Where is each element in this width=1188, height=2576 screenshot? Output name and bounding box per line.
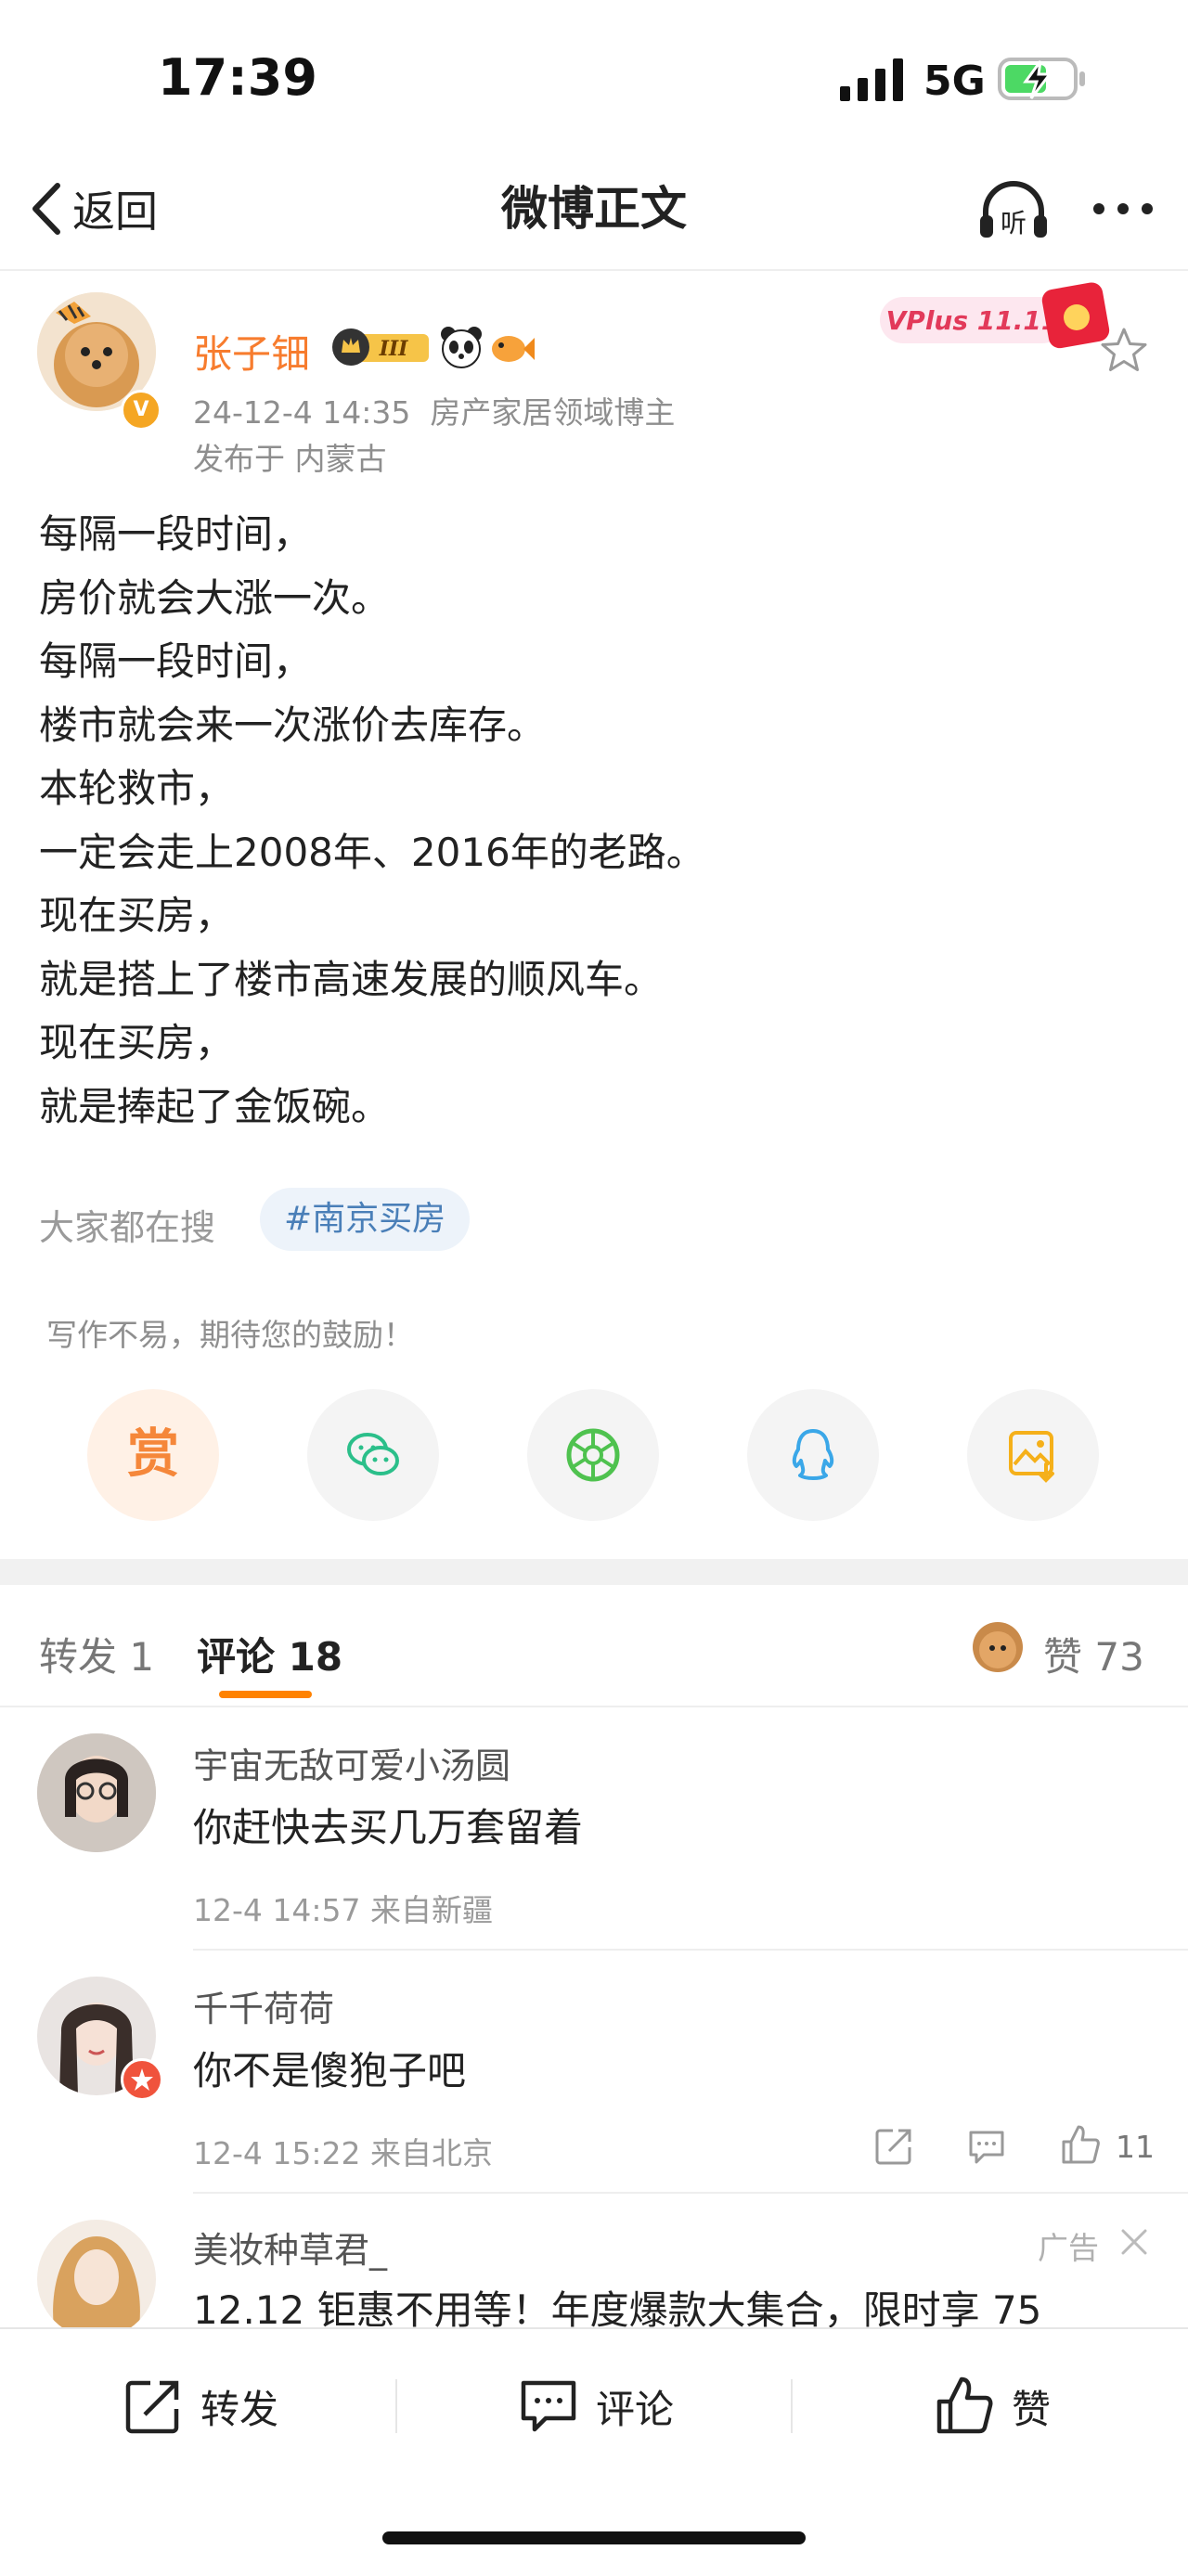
- active-tab-indicator: [219, 1691, 312, 1698]
- like-label: 赞: [1012, 2386, 1052, 2432]
- comment-author[interactable]: 美妆种草君_: [193, 2222, 387, 2273]
- tabs-divider: [0, 1706, 1188, 1707]
- bottom-divider: [791, 2379, 793, 2433]
- post-line: 现在买房，: [39, 893, 235, 938]
- status-time: 17:39: [158, 48, 317, 107]
- save-image-button[interactable]: [967, 1389, 1099, 1521]
- author-role: 房产家居领域博主: [430, 394, 676, 431]
- post-time: 24-12-4 14:35: [193, 394, 411, 431]
- post-line: 就是捧起了金饭碗。: [39, 1083, 391, 1129]
- repost-comment-icon[interactable]: [872, 2125, 915, 2168]
- back-button[interactable]: 返回: [28, 176, 158, 241]
- post-line: 房价就会大涨一次。: [39, 574, 391, 621]
- share-icon: [125, 2380, 179, 2434]
- tab-likes[interactable]: 赞 73: [1043, 1626, 1144, 1682]
- comment-separator: [193, 1949, 1188, 1951]
- reward-tip: 写作不易，期待您的鼓励！: [46, 1317, 414, 1353]
- author-name[interactable]: 张子钿: [193, 323, 310, 380]
- back-label: 返回: [72, 187, 158, 237]
- battery-charging-icon: [998, 58, 1085, 100]
- repost-label: 转发: [200, 2386, 279, 2432]
- like-button[interactable]: 赞: [934, 2374, 1051, 2439]
- wechat-icon: [347, 1433, 399, 1475]
- reward-button[interactable]: 赏: [87, 1389, 219, 1521]
- ad-tag: 广告: [1038, 2230, 1099, 2266]
- reward-label: 赏: [127, 1424, 179, 1485]
- post-line: 就是搭上了楼市高速发展的顺风车。: [39, 956, 664, 1002]
- verified-badge-icon: V: [121, 390, 161, 431]
- post-line: 每隔一段时间，: [39, 638, 313, 684]
- comment-avatar[interactable]: [37, 1733, 156, 1852]
- headphones-icon[interactable]: 听: [976, 178, 1051, 243]
- post-meta: 24-12-4 14:35 房产家居领域博主: [193, 388, 675, 432]
- repost-button[interactable]: 转发: [123, 2374, 278, 2439]
- comment-text: 你赶快去买几万套留着: [193, 1805, 584, 1850]
- tab-repost[interactable]: 转发 1: [39, 1626, 154, 1682]
- vplus-promo-badge[interactable]: VPlus 11.11: [880, 278, 1112, 354]
- share-qq-button[interactable]: [747, 1389, 879, 1521]
- cellular-signal-icon: [840, 58, 903, 101]
- comment-icon: [521, 2380, 576, 2432]
- home-indicator: [382, 2531, 806, 2544]
- tab-comments[interactable]: 评论 18: [197, 1626, 342, 1682]
- post-body: 每隔一段时间， 房价就会大涨一次。 每隔一段时间， 楼市就会来一次涨价去库存。 …: [39, 503, 1153, 1139]
- moments-icon: [566, 1428, 620, 1482]
- post-line: 现在买房，: [39, 1020, 235, 1065]
- comment-separator: [193, 2192, 1188, 2194]
- comment-author[interactable]: 千千荷荷: [193, 1980, 334, 2031]
- more-icon[interactable]: [1086, 190, 1160, 227]
- comment-author[interactable]: 宇宙无敌可爱小汤圆: [193, 1737, 510, 1788]
- panda-icon: [441, 327, 482, 368]
- chevron-left-icon: [32, 183, 60, 235]
- hot-search-topic-chip[interactable]: #南京买房: [260, 1188, 471, 1251]
- listen-icon-text: 听: [1001, 208, 1027, 238]
- reply-comment-icon[interactable]: [965, 2125, 1008, 2168]
- post-line: 一定会走上2008年、2016年的老路。: [39, 829, 705, 875]
- post-line: 本轮救市，: [39, 766, 235, 811]
- comment-button[interactable]: 评论: [518, 2374, 674, 2439]
- bottom-divider: [395, 2379, 397, 2433]
- section-divider: [0, 1559, 1188, 1585]
- thumbs-up-icon: [936, 2376, 993, 2434]
- post-line: 每隔一段时间，: [39, 511, 313, 557]
- member-badge-icon: [121, 2058, 163, 2101]
- comment-text: 你不是傻狍子吧: [193, 2048, 467, 2093]
- comment-avatar[interactable]: [37, 2220, 156, 2338]
- network-type: 5G: [923, 58, 986, 105]
- liker-avatar: [973, 1622, 1023, 1672]
- share-moments-button[interactable]: [527, 1389, 659, 1521]
- comment-meta: 12-4 14:57 来自新疆: [193, 1892, 493, 1928]
- comment-label: 评论: [596, 2386, 675, 2432]
- post-location: 发布于 内蒙古: [193, 441, 387, 477]
- hot-search-label: 大家都在搜: [39, 1207, 216, 1248]
- close-icon[interactable]: [1117, 2225, 1151, 2259]
- qq-icon: [792, 1429, 834, 1480]
- comment-meta: 12-4 15:22 来自北京: [193, 2135, 493, 2171]
- post-line: 楼市就会来一次涨价去库存。: [39, 702, 547, 748]
- comment-like-count: 11: [1116, 2129, 1155, 2165]
- save-image-icon: [1009, 1431, 1054, 1483]
- share-wechat-button[interactable]: [307, 1389, 439, 1521]
- vplus-text: VPlus 11.11: [886, 305, 1060, 336]
- member-crown-badge-icon: III: [332, 328, 429, 366]
- fish-icon: [492, 336, 535, 362]
- like-comment-icon[interactable]: [1058, 2123, 1101, 2166]
- badge-level: III: [379, 337, 409, 361]
- favorite-star-icon[interactable]: [1098, 325, 1150, 377]
